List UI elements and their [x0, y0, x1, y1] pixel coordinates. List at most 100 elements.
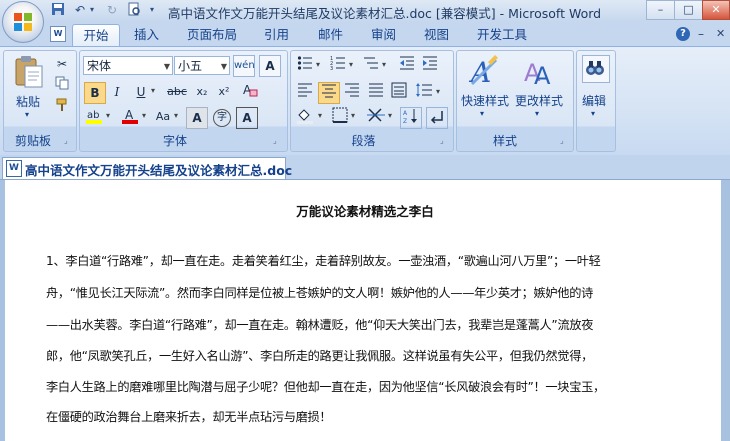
distributed-align-icon[interactable] [389, 82, 409, 102]
minimize-button[interactable]: – [646, 0, 675, 20]
tab-review[interactable]: 审阅 [367, 24, 400, 46]
subscript-button[interactable]: x₂ [192, 82, 212, 102]
change-case-dropdown-icon[interactable]: ▾ [174, 111, 178, 120]
change-styles-button[interactable]: 更改样式 [515, 92, 563, 109]
chinese-layout-dropdown-icon[interactable]: ▾ [388, 111, 392, 120]
svg-text:A: A [125, 108, 134, 122]
find-binoculars-icon[interactable] [582, 55, 610, 83]
numbering-dropdown-icon[interactable]: ▾ [349, 60, 353, 69]
change-styles-dropdown-icon[interactable]: ▾ [535, 109, 539, 118]
copy-icon[interactable] [52, 76, 72, 96]
font-color-icon[interactable]: A [120, 107, 140, 127]
svg-text:A: A [403, 110, 408, 117]
paragraph-group-label: 段落 [351, 134, 376, 148]
svg-text:3: 3 [330, 66, 333, 71]
numbering-icon[interactable]: 123 [328, 55, 348, 75]
multilevel-list-icon[interactable] [361, 55, 381, 75]
window-title: 高中语文作文万能开头结尾及议论素材汇总.doc [兼容模式] - Microso… [168, 6, 602, 21]
paste-dropdown-icon[interactable]: ▾ [25, 110, 29, 119]
highlight-dropdown-icon[interactable]: ▾ [106, 111, 110, 120]
strikethrough-button[interactable]: abc [164, 82, 190, 102]
chinese-layout-icon[interactable] [366, 107, 386, 127]
sort-icon[interactable]: AZ [400, 107, 422, 129]
increase-indent-icon[interactable] [420, 55, 440, 75]
bullets-icon[interactable] [295, 55, 315, 75]
align-center-icon[interactable] [318, 82, 340, 104]
clipboard-group-label: 剪贴板 [14, 134, 51, 148]
maximize-button[interactable]: □ [674, 0, 703, 20]
office-logo-icon [14, 13, 32, 31]
font-size-select[interactable]: 小五 ▼ [174, 56, 230, 75]
office-button[interactable] [2, 1, 44, 43]
cut-icon[interactable]: ✂ [52, 54, 72, 74]
quick-styles-button[interactable]: 快速样式 [461, 92, 509, 109]
tab-mailings[interactable]: 邮件 [314, 24, 347, 46]
multilevel-dropdown-icon[interactable]: ▾ [382, 60, 386, 69]
document-heading: 万能议论素材精选之李白 [296, 204, 434, 219]
svg-text:Z: Z [403, 118, 407, 124]
show-marks-icon[interactable] [426, 107, 448, 129]
font-group-label: 字体 [162, 134, 187, 148]
clear-formatting-icon[interactable]: A [240, 82, 260, 102]
align-left-icon[interactable] [295, 82, 315, 102]
decrease-indent-icon[interactable] [397, 55, 417, 75]
undo-dropdown-icon[interactable]: ▾ [84, 2, 100, 18]
shading-dropdown-icon[interactable]: ▾ [318, 111, 322, 120]
tab-home[interactable]: 开始 [72, 24, 120, 47]
tab-developer[interactable]: 开发工具 [473, 24, 531, 46]
ribbon-close-icon[interactable]: ✕ [716, 27, 725, 40]
font-dialog-launcher-icon[interactable]: ⌟ [273, 137, 281, 145]
tab-view[interactable]: 视图 [420, 24, 453, 46]
phonetic-guide-icon[interactable]: wén [233, 55, 255, 77]
line-spacing-icon[interactable] [414, 82, 434, 102]
superscript-button[interactable]: x² [214, 82, 234, 102]
borders-dropdown-icon[interactable]: ▾ [351, 111, 355, 120]
line-spacing-dropdown-icon[interactable]: ▾ [436, 87, 440, 96]
enclose-characters-button[interactable]: 字 [213, 109, 231, 127]
clipboard-dialog-launcher-icon[interactable]: ⌟ [64, 137, 72, 145]
styles-dialog-launcher-icon[interactable]: ⌟ [560, 137, 568, 145]
editing-dropdown-icon[interactable]: ▾ [591, 109, 595, 118]
character-border-small-button[interactable]: A [236, 107, 258, 129]
align-right-icon[interactable] [342, 82, 362, 102]
borders-icon[interactable] [330, 107, 350, 127]
underline-dropdown-icon[interactable]: ▾ [151, 86, 155, 95]
font-name-select[interactable]: 宋体 ▼ [83, 56, 173, 75]
font-color-dropdown-icon[interactable]: ▾ [142, 111, 146, 120]
character-shading-button[interactable]: A [186, 107, 208, 129]
tab-page-layout[interactable]: 页面布局 [183, 24, 241, 46]
close-button[interactable]: ✕ [702, 0, 730, 20]
underline-button[interactable]: U [131, 82, 151, 102]
print-preview-icon[interactable] [126, 2, 142, 18]
format-painter-icon[interactable] [52, 98, 72, 118]
redo-icon[interactable]: ↻ [104, 2, 120, 18]
paste-button[interactable]: 粘贴 [16, 93, 40, 110]
italic-button[interactable]: I [107, 82, 127, 102]
body-line: 李白人生路上的磨难哪里比陶潜与屈子少呢？但他却一直在走，因为他坚信“长风破浪会有… [46, 380, 605, 394]
change-styles-icon[interactable]: AA [522, 54, 556, 90]
editing-button[interactable]: 编辑 [582, 92, 606, 109]
tab-insert[interactable]: 插入 [130, 24, 163, 46]
change-case-button[interactable]: Aa [152, 107, 174, 127]
qat-customize-icon[interactable]: ▾ [144, 2, 160, 18]
help-icon[interactable]: ? [676, 27, 690, 41]
word-doc-icon[interactable]: W [50, 26, 66, 42]
text-highlight-icon[interactable]: ab [84, 107, 104, 127]
ribbon-minimize-icon[interactable]: – [698, 27, 704, 41]
justify-icon[interactable] [366, 82, 386, 102]
quick-styles-dropdown-icon[interactable]: ▾ [480, 109, 484, 118]
svg-text:A: A [534, 62, 551, 88]
body-line: 在僵硬的政治舞台上磨来折去，却无半点玷污与磨损！ [46, 410, 332, 424]
tab-references[interactable]: 引用 [260, 24, 293, 46]
shading-icon[interactable] [295, 107, 315, 127]
word-document-icon: W [6, 160, 22, 177]
paste-icon[interactable] [13, 54, 45, 90]
save-icon[interactable] [50, 2, 66, 18]
quick-styles-icon[interactable]: A [468, 54, 502, 89]
character-border-button[interactable]: A [259, 55, 281, 77]
body-line: 郎，他“凤歌笑孔丘，一生好入名山游”、李白所走的路更让我佩服。这样说虽有失公平，… [46, 349, 593, 363]
body-line: ——出水芙蓉。李白道“行路难”，却一直在走。翰林遭贬，他“仰天大笑出门去，我辈岂… [46, 318, 594, 332]
paragraph-dialog-launcher-icon[interactable]: ⌟ [440, 137, 448, 145]
bullets-dropdown-icon[interactable]: ▾ [316, 60, 320, 69]
bold-button[interactable]: B [84, 82, 106, 104]
